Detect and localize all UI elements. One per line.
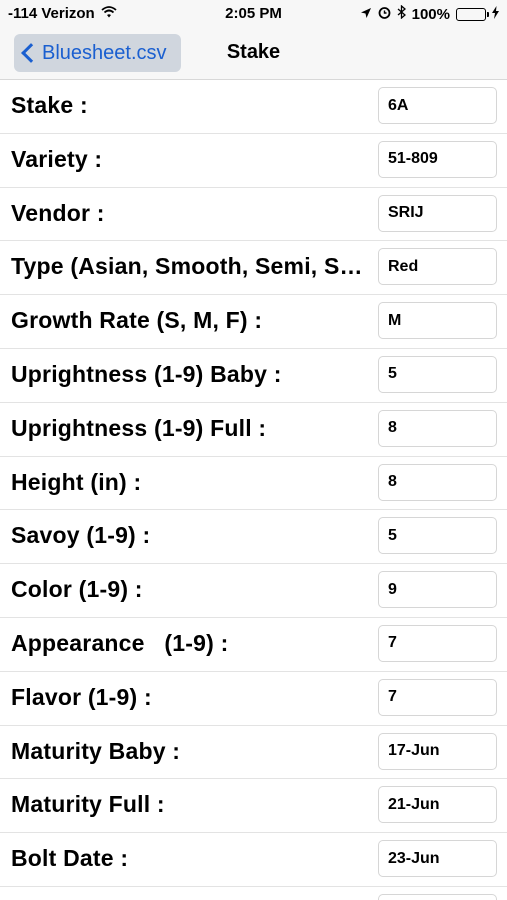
stake-form: Stake : Variety : Vendor : Type (Asian, … xyxy=(0,80,507,900)
form-row-type: Type (Asian, Smooth, Semi, Savoy, Red) : xyxy=(0,241,507,296)
battery-icon xyxy=(456,7,489,21)
appearance-field[interactable] xyxy=(378,624,497,662)
uprightness-baby-field[interactable] xyxy=(378,355,497,393)
form-row-color: Color (1-9) : xyxy=(0,564,507,618)
field-label: Appearance (1-9) : xyxy=(11,629,229,656)
form-row-appearance: Appearance (1-9) : xyxy=(0,618,507,672)
form-row-partial xyxy=(0,887,507,900)
form-row-variety: Variety : xyxy=(0,134,507,188)
maturity-baby-field[interactable] xyxy=(378,732,497,770)
form-row-flavor: Flavor (1-9) : xyxy=(0,672,507,726)
maturity-full-field[interactable] xyxy=(378,786,497,824)
field-label: Vendor : xyxy=(11,199,105,226)
field-label: Uprightness (1-9) Baby : xyxy=(11,360,282,387)
form-row-bolt-date: Bolt Date : xyxy=(0,833,507,887)
bluetooth-icon xyxy=(397,4,406,23)
form-row-savoy: Savoy (1-9) : xyxy=(0,510,507,565)
growth-rate-field[interactable] xyxy=(378,302,497,340)
form-row-vendor: Vendor : xyxy=(0,188,507,242)
field-label: Stake : xyxy=(11,92,88,118)
charging-icon xyxy=(492,5,499,23)
page-title: Stake xyxy=(226,41,281,63)
location-icon xyxy=(360,6,372,23)
vendor-field[interactable] xyxy=(378,194,497,232)
status-right: 100% xyxy=(360,4,499,23)
form-row-maturity-full: Maturity Full : xyxy=(0,779,507,834)
form-row-maturity-baby: Maturity Baby : xyxy=(0,726,507,780)
field-label: Flavor (1-9) : xyxy=(11,683,152,710)
color-field[interactable] xyxy=(378,571,497,609)
form-row-uprightness-full: Uprightness (1-9) Full : xyxy=(0,403,507,457)
field-label: Maturity Full : xyxy=(11,791,165,818)
variety-field[interactable] xyxy=(378,140,497,178)
field-label: Savoy (1-9) : xyxy=(11,522,151,549)
form-row-height: Height (in) : xyxy=(0,457,507,511)
field-label: Height (in) : xyxy=(11,468,142,495)
partial-field[interactable] xyxy=(378,893,497,900)
stake-field[interactable] xyxy=(378,87,497,124)
field-label: Uprightness (1-9) Full : xyxy=(11,414,267,441)
field-label: Bolt Date : xyxy=(11,845,129,872)
battery-percent: 100% xyxy=(411,5,450,23)
form-row-growth-rate: Growth Rate (S, M, F) : xyxy=(0,295,507,349)
bolt-date-field[interactable] xyxy=(378,840,497,878)
height-field[interactable] xyxy=(378,463,497,501)
uprightness-full-field[interactable] xyxy=(378,409,497,447)
field-label: Maturity Baby : xyxy=(11,737,181,764)
form-row-uprightness-baby: Uprightness (1-9) Baby : xyxy=(0,349,507,403)
field-label: Variety : xyxy=(11,145,103,172)
field-label: Color (1-9) : xyxy=(11,576,143,603)
savoy-field[interactable] xyxy=(378,517,497,555)
field-label: Growth Rate (S, M, F) : xyxy=(11,307,263,334)
field-label: Type (Asian, Smooth, Semi, Savoy, Red) : xyxy=(11,253,366,280)
navigation-bar: Bluesheet.csv Stake xyxy=(0,28,507,80)
flavor-field[interactable] xyxy=(378,678,497,716)
status-bar: -114 Verizon 2:05 PM 100% xyxy=(0,0,507,28)
type-field[interactable] xyxy=(378,248,497,286)
alarm-icon xyxy=(378,6,391,23)
form-row-stake: Stake : xyxy=(0,80,507,134)
